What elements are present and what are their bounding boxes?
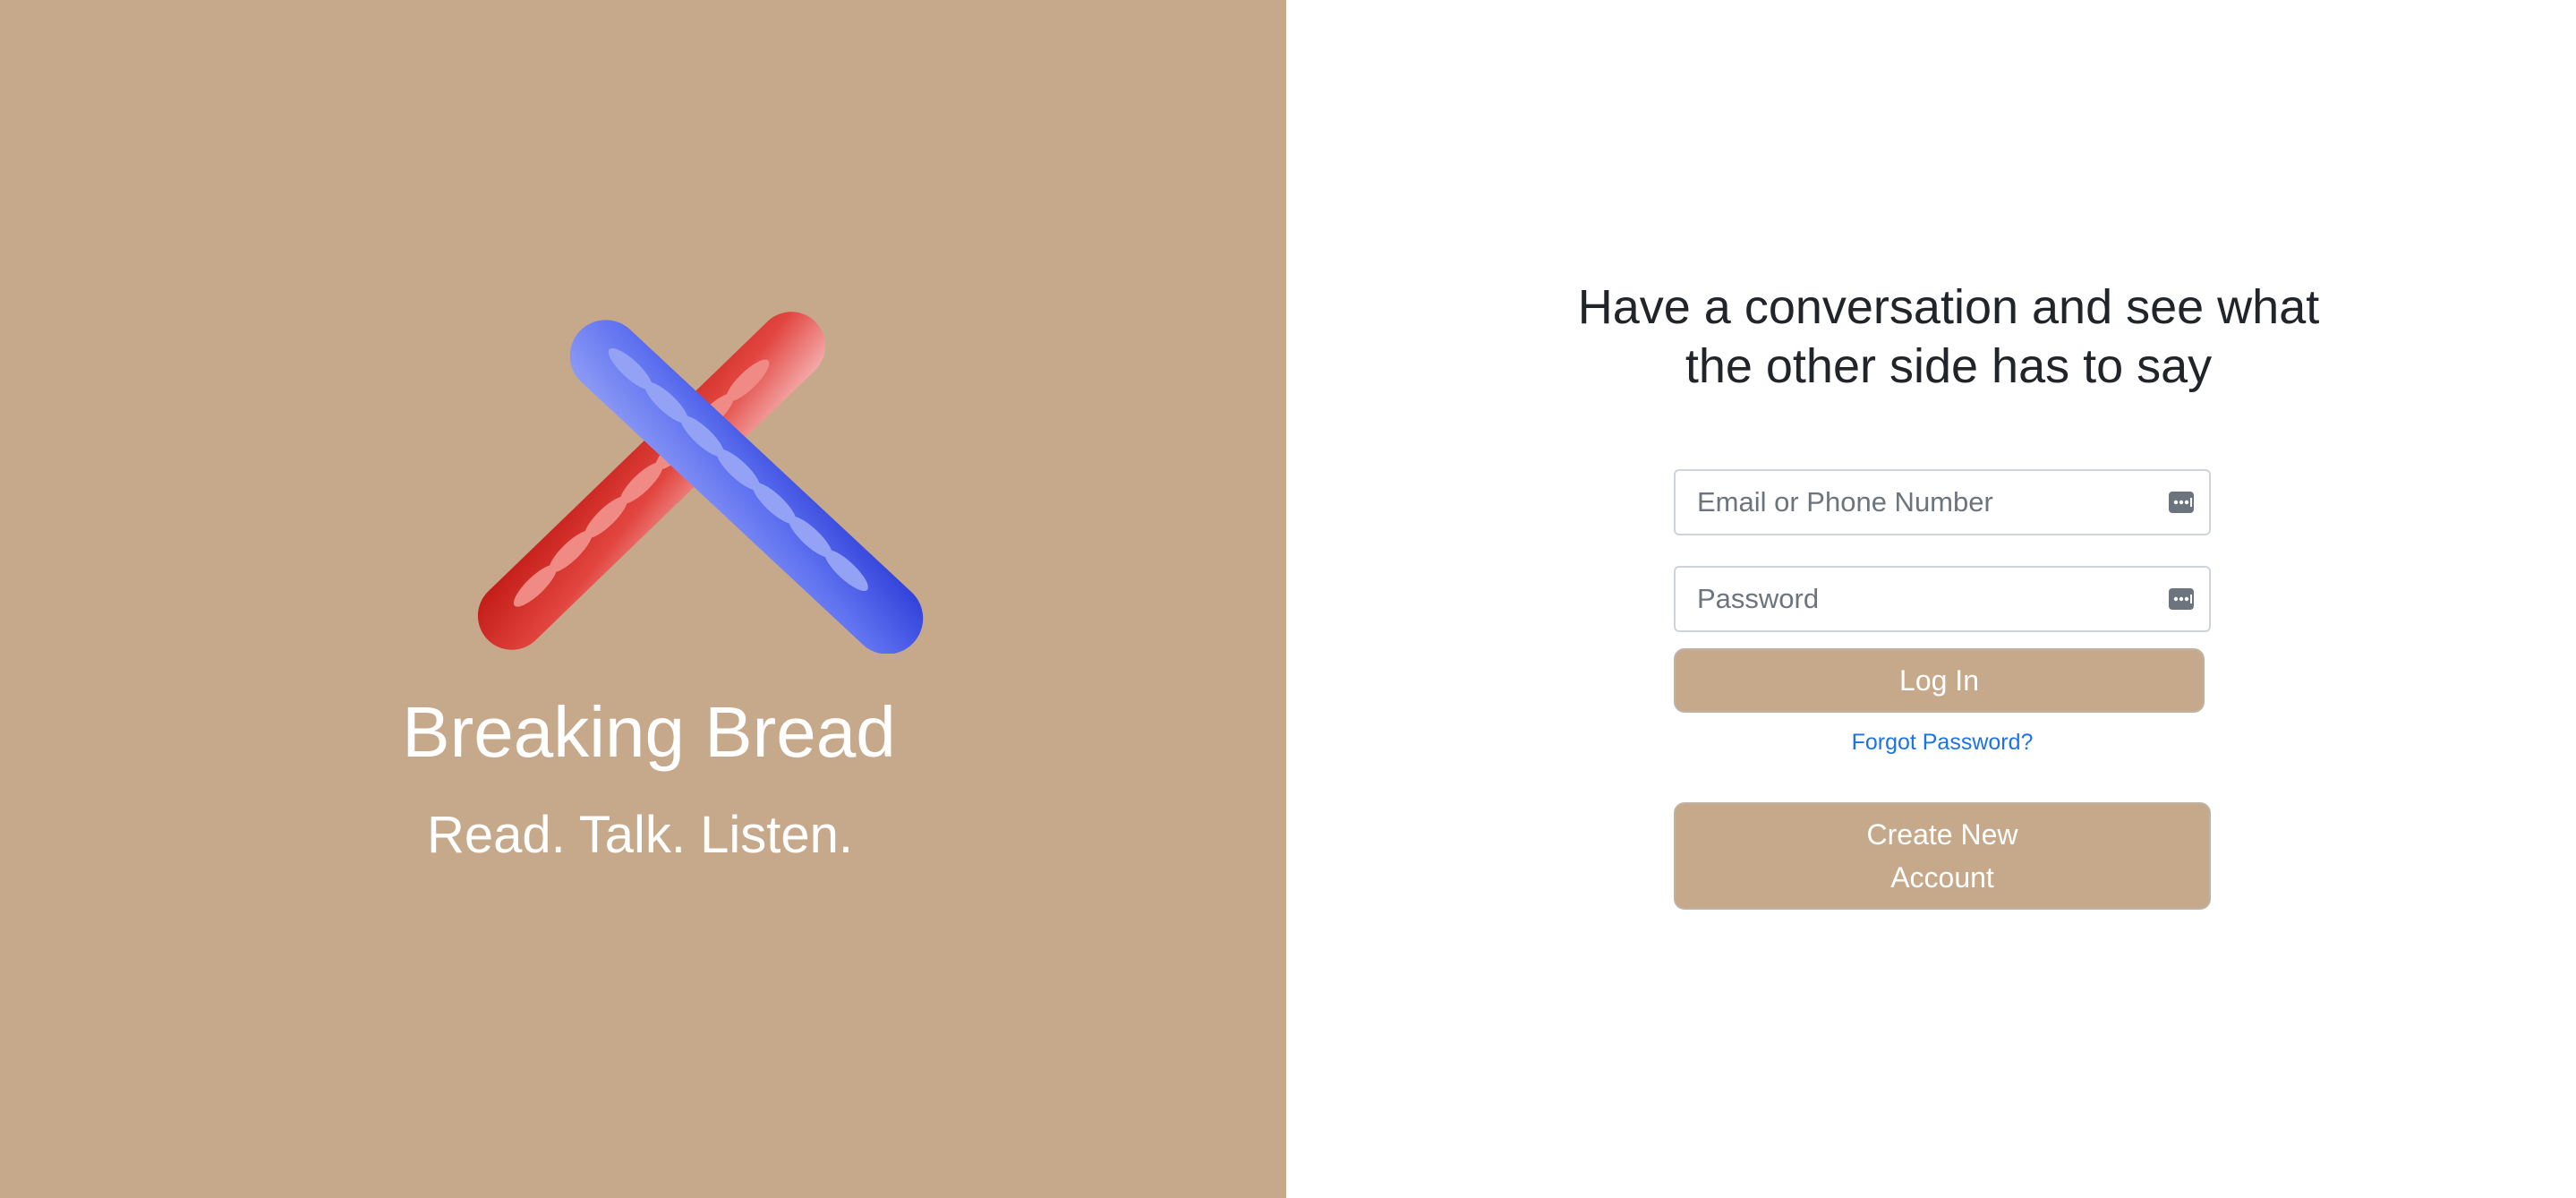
create-account-label: Create New Account: [1866, 818, 2018, 894]
email-field-wrapper: [1674, 469, 2211, 535]
brand-tagline: Read. Talk. Listen.: [426, 806, 854, 864]
email-field[interactable]: [1676, 471, 2209, 534]
crossed-baguettes-logo: [477, 312, 924, 654]
password-autofill-icon[interactable]: [2168, 489, 2195, 516]
password-autofill-icon[interactable]: [2168, 586, 2195, 612]
login-headline: Have a conversation and see what the oth…: [1577, 280, 2320, 393]
login-button[interactable]: Log In: [1674, 648, 2205, 713]
brand-panel: Breaking Bread Read. Talk. Listen.: [0, 0, 1286, 1198]
login-panel: Have a conversation and see what the oth…: [1286, 0, 2576, 1198]
login-page: Breaking Bread Read. Talk. Listen. Have …: [0, 0, 2576, 1198]
brand-title: Breaking Bread: [402, 692, 896, 772]
password-field-wrapper: [1674, 566, 2211, 632]
create-account-button[interactable]: Create New Account: [1674, 802, 2211, 910]
password-field[interactable]: [1676, 568, 2209, 630]
forgot-password-link[interactable]: Forgot Password?: [1674, 727, 2211, 757]
